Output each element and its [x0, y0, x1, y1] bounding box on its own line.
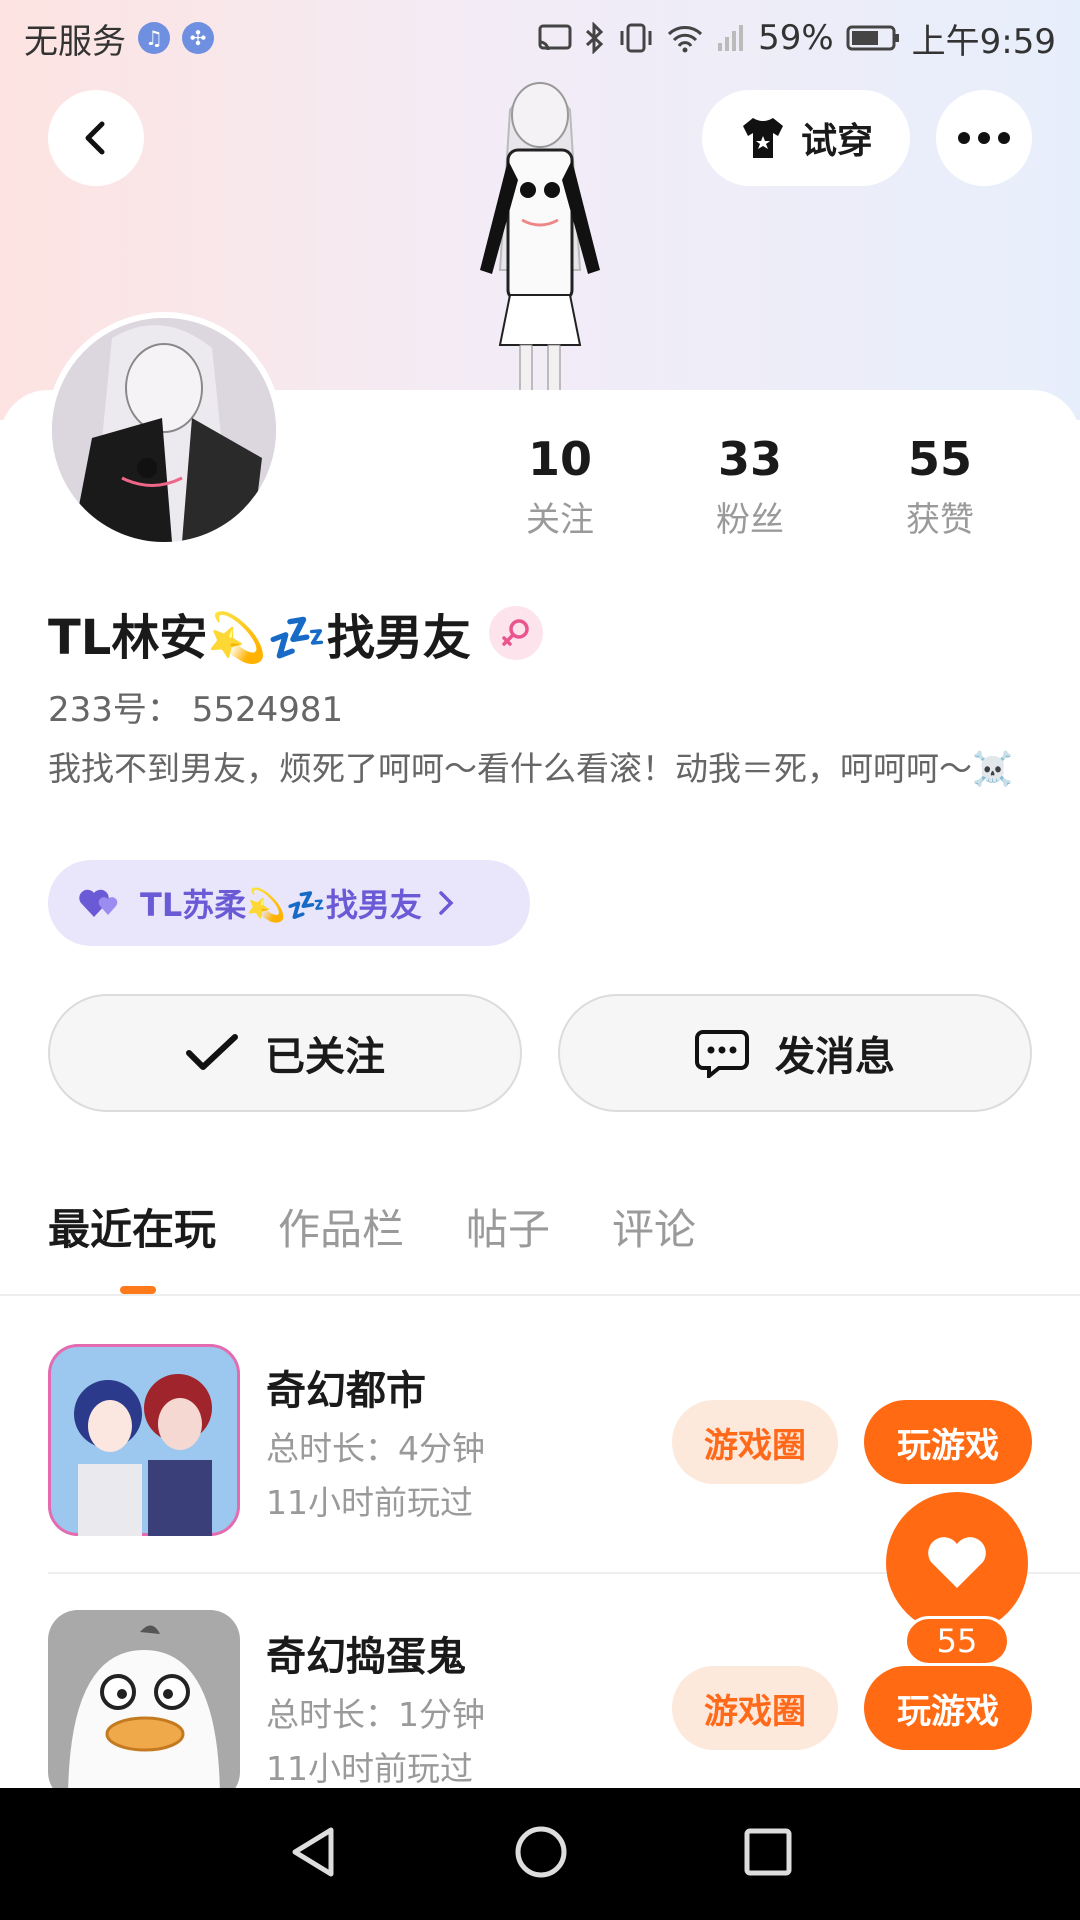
checkmark-icon	[186, 1034, 238, 1070]
send-message-button[interactable]: 发消息	[558, 994, 1032, 1112]
profile-stats: 10 关注 33 粉丝 55 获赞	[470, 432, 1030, 541]
nickname-row: TL林安💫💤找男友	[48, 598, 543, 668]
followed-label: 已关注	[265, 1034, 385, 1080]
game-circle-button[interactable]: 游戏圈	[672, 1400, 838, 1484]
stat-value: 55	[907, 432, 972, 486]
square-recents-icon	[744, 1828, 792, 1876]
list-item[interactable]: 奇幻捣蛋鬼 总时长：1分钟 11小时前玩过 游戏圈 玩游戏	[48, 1610, 1032, 1810]
game-title: 奇幻都市	[266, 1368, 426, 1414]
avatar-figure-image	[480, 82, 600, 400]
game-duration: 总时长：1分钟	[266, 1695, 485, 1734]
bio: 我找不到男友，烦死了呵呵～看什么看滚！动我＝死，呵呵呵～☠️	[48, 749, 1014, 788]
stat-label: 关注	[526, 500, 594, 540]
wifi-icon	[666, 23, 704, 53]
linked-user-chip[interactable]: TL苏柔💫💤找男友	[48, 860, 530, 946]
battery-icon	[846, 24, 900, 52]
game-last-played: 11小时前玩过	[266, 1749, 473, 1788]
game-last-played: 11小时前玩过	[266, 1483, 473, 1522]
chevron-left-icon	[85, 121, 105, 155]
tabs-divider	[0, 1294, 1080, 1296]
signal-icon	[716, 23, 746, 53]
nickname: TL林安💫💤找男友	[48, 610, 471, 666]
stat-following[interactable]: 10 关注	[470, 432, 650, 541]
stat-label: 获赞	[906, 500, 974, 540]
back-button[interactable]	[48, 90, 144, 186]
stat-value: 10	[527, 432, 592, 486]
nav-back-button[interactable]	[287, 1824, 339, 1884]
game-duration: 总时长：4分钟	[266, 1429, 485, 1468]
carrier-label: 无服务	[24, 21, 126, 62]
more-button[interactable]	[936, 90, 1032, 186]
network-icon: ✣	[182, 22, 214, 54]
followed-button[interactable]: 已关注	[48, 994, 522, 1112]
stat-value: 33	[717, 432, 782, 486]
game-icon-image	[48, 1344, 240, 1536]
game-title: 奇幻捣蛋鬼	[266, 1634, 466, 1680]
avatar[interactable]	[46, 312, 282, 548]
clock: 上午9:59	[911, 21, 1056, 62]
try-on-button[interactable]: 试穿	[702, 90, 910, 186]
list-item[interactable]: 奇幻都市 总时长：4分钟 11小时前玩过 游戏圈 玩游戏	[48, 1344, 1032, 1544]
tab-comments[interactable]: 评论	[612, 1196, 696, 1257]
play-game-button[interactable]: 玩游戏	[864, 1666, 1032, 1750]
avatar-image	[52, 318, 276, 542]
tab-works[interactable]: 作品栏	[278, 1196, 404, 1257]
tab-recently-played[interactable]: 最近在玩	[48, 1196, 216, 1257]
heart-icon	[928, 1537, 986, 1588]
stat-label: 粉丝	[716, 500, 784, 540]
game-circle-button[interactable]: 游戏圈	[672, 1666, 838, 1750]
double-heart-icon	[79, 889, 118, 917]
bluetooth-icon	[584, 22, 606, 54]
circle-home-icon	[515, 1826, 567, 1878]
status-bar: 无服务 ♫ ✣ 59% 上午9:59	[0, 0, 1080, 76]
tshirt-icon	[742, 118, 783, 158]
send-message-label: 发消息	[775, 1034, 895, 1080]
stat-followers[interactable]: 33 粉丝	[660, 432, 840, 541]
tab-posts[interactable]: 帖子	[466, 1196, 550, 1257]
battery-percent: 59%	[758, 18, 834, 58]
nav-home-button[interactable]	[513, 1824, 569, 1884]
music-icon: ♫	[138, 22, 170, 54]
chevron-right-icon	[439, 891, 454, 915]
cast-icon	[538, 24, 572, 52]
profile-tabs: 最近在玩 作品栏 帖子 评论	[48, 1196, 696, 1257]
active-tab-indicator	[120, 1286, 156, 1294]
triangle-back-icon	[292, 1827, 334, 1877]
more-dots-icon	[958, 132, 1010, 144]
linked-user-name: TL苏柔💫💤找男友	[140, 886, 422, 924]
like-count-badge: 55	[904, 1616, 1010, 1666]
stat-likes[interactable]: 55 获赞	[850, 432, 1030, 541]
play-game-button[interactable]: 玩游戏	[864, 1400, 1032, 1484]
game-icon-image	[48, 1610, 240, 1802]
like-fab-button[interactable]	[886, 1492, 1028, 1634]
user-id: 233号： 5524981	[48, 690, 344, 730]
chat-bubble-icon	[695, 1030, 749, 1078]
vibrate-icon	[618, 23, 654, 53]
system-nav-bar	[0, 1788, 1080, 1920]
female-icon	[488, 606, 543, 660]
nav-recents-button[interactable]	[743, 1827, 793, 1881]
try-on-label: 试穿	[800, 121, 873, 162]
